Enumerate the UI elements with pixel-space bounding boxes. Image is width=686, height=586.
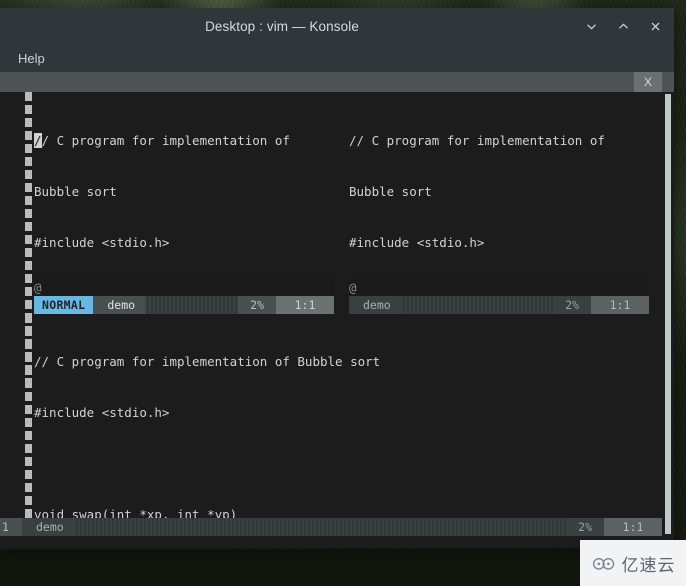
window-titlebar[interactable]: Desktop : vim — Konsole [0,8,674,44]
vim-pane-bottom[interactable]: // C program for implementation of Bubbl… [34,314,674,548]
code-line-text: #include <stdio.h> [34,235,170,250]
vim-filler-line-left: @ [34,278,334,296]
status-mode-badge: NORMAL [34,296,94,314]
chevron-up-icon[interactable] [612,15,634,37]
terminal-viewport[interactable]: // C program for implementation of Bubbl… [0,92,674,548]
terminal-left-margin [0,92,22,548]
status-percent: 2% [553,296,591,314]
status-position: 1:1 [604,518,662,536]
menubar: s Help [0,44,674,72]
code-line: // C program for implementation of Bubbl… [34,353,674,370]
code-line-text: / C program for implementation of [41,133,290,148]
status-filler [73,518,567,536]
menu-item-clipped[interactable]: s [0,48,8,69]
vim-filler-line-right: @ [349,278,649,296]
code-line-text: Bubble sort [349,184,432,199]
code-content-bottom: // C program for implementation of Bubbl… [34,314,674,548]
code-line: #include <stdio.h> [34,404,674,421]
tab-close-button[interactable]: X [634,72,662,92]
status-filename: demo [22,518,74,536]
code-line: // C program for implementation of [34,132,334,149]
vim-statusline-bottom: demo 2% 1:1 [22,518,662,536]
vim-top-split: // C program for implementation of Bubbl… [22,92,674,548]
status-filename: demo [93,296,146,314]
status-filler [145,296,239,314]
code-line-text: #include <stdio.h> [34,405,170,420]
code-line: Bubble sort [349,183,649,200]
code-line-text: #include <stdio.h> [349,235,485,250]
konsole-tabbar: X [0,72,674,92]
menu-item-help[interactable]: Help [8,48,55,69]
close-icon[interactable] [644,15,666,37]
status-position: 1:1 [276,296,334,314]
vim-statusline-top-right: demo 2% 1:1 [349,296,649,314]
vim-statusline-top-left: NORMAL demo 2% 1:1 [34,296,334,314]
watermark: 亿速云 [580,540,686,586]
konsole-window: Desktop : vim — Konsole s Help [0,8,674,548]
code-line: Bubble sort [34,183,334,200]
code-line: #include <stdio.h> [34,234,334,251]
status-gutter-number: 1 [0,518,22,536]
code-line-text: Bubble sort [34,184,117,199]
status-percent: 2% [238,296,276,314]
cloud-icon [592,557,614,570]
window-controls [580,15,666,37]
vim-pane-top-right[interactable]: // C program for implementation of Bubbl… [349,92,649,548]
code-line-text: // C program for implementation of [349,133,605,148]
code-line-text: // C program for implementation of Bubbl… [34,354,381,369]
status-filename: demo [349,296,401,314]
split-rule-bottom [25,314,32,526]
watermark-text: 亿速云 [621,555,676,575]
terminal-scrollbar[interactable] [662,92,674,548]
code-line: // C program for implementation of [349,132,649,149]
status-filler [400,296,554,314]
status-position: 1:1 [591,296,649,314]
terminal-scrollbar-thumb[interactable] [665,94,671,534]
window-title: Desktop : vim — Konsole [205,18,359,34]
vim-cursor: / [34,133,42,148]
status-percent: 2% [566,518,604,536]
vim-pane-top-left[interactable]: // C program for implementation of Bubbl… [34,92,334,548]
chevron-down-icon[interactable] [580,15,602,37]
code-line: #include <stdio.h> [349,234,649,251]
